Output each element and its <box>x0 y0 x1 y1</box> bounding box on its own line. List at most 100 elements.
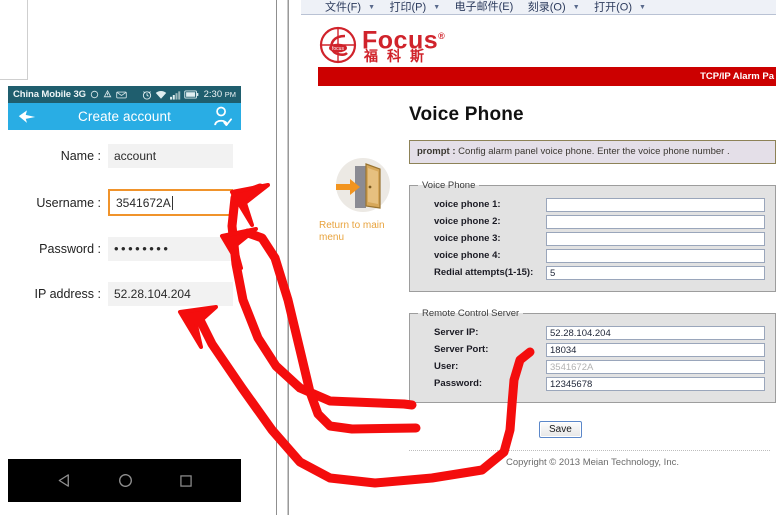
registered-mark-icon: ® <box>438 31 446 41</box>
focus-target-logo-icon: focus <box>319 26 357 64</box>
page-banner: TCP/IP Alarm Pa <box>318 67 776 86</box>
phone-status-bar: China Mobile 3G 2:30 PM <box>8 86 241 103</box>
back-arrow-icon[interactable] <box>17 108 37 125</box>
save-row: Save <box>409 419 776 438</box>
voice-phone-4-input[interactable] <box>546 249 765 263</box>
mail-icon <box>116 91 127 98</box>
server-port-input[interactable] <box>546 343 765 357</box>
browser-content-area: 文件(F) ▼ 打印(P) ▼ 电子邮件(E) 刻录(O) ▼ 打开(O) ▼ <box>288 0 776 515</box>
password-mask: •••••••• <box>114 241 171 256</box>
page-banner-text: TCP/IP Alarm Pa <box>700 71 774 82</box>
page-title: Voice Phone <box>409 104 524 125</box>
app-bar-title: Create account <box>78 109 171 124</box>
redial-attempts-input[interactable] <box>546 266 765 280</box>
menu-item-open[interactable]: 打开(O) ▼ <box>594 0 646 14</box>
server-ip-input[interactable] <box>546 326 765 340</box>
menu-item-print-label: 打印(P) <box>389 1 427 13</box>
chevron-down-icon: ▼ <box>368 3 376 11</box>
browser-left-gutter <box>277 0 288 515</box>
voice-phone-legend: Voice Phone <box>422 180 476 191</box>
menu-item-print[interactable]: 打印(P) ▼ <box>389 0 441 14</box>
form-row-username: Username : 3541672A <box>16 189 233 216</box>
name-input[interactable]: account <box>108 144 233 168</box>
menu-item-file-label: 文件(F) <box>325 1 362 13</box>
menu-item-open-label: 打开(O) <box>594 1 632 13</box>
page-content: Voice Phone prompt : Config alarm panel … <box>409 104 776 515</box>
android-nav-bar <box>8 459 241 502</box>
clock-label: 2:30 PM <box>204 86 236 103</box>
phone-password-label: Password : <box>39 242 101 256</box>
svg-text:focus: focus <box>332 46 344 52</box>
username-input[interactable]: 3541672A <box>108 189 233 216</box>
text-cursor-icon <box>171 195 173 210</box>
password-input[interactable] <box>546 377 765 391</box>
open-door-exit-icon <box>328 156 390 218</box>
voice-phone-group: Voice Phone voice phone 1: voice phone 2… <box>409 180 776 292</box>
status-bar-left: China Mobile 3G <box>13 86 127 103</box>
screenshot-root: 文件(F) ▼ 打印(P) ▼ 电子邮件(E) 刻录(O) ▼ 打开(O) ▼ <box>0 0 776 515</box>
web-page: focus Focus® 福科斯 TCP/IP Alarm Pa Return … <box>301 16 776 515</box>
prompt-text: Config alarm panel voice phone. Enter th… <box>458 146 730 157</box>
chevron-down-icon: ▼ <box>433 3 441 11</box>
person-check-icon[interactable] <box>212 106 232 127</box>
menu-item-file[interactable]: 文件(F) ▼ <box>325 0 376 14</box>
user-input[interactable] <box>546 360 765 374</box>
site-logo: focus Focus® 福科斯 <box>318 22 508 68</box>
battery-icon <box>183 90 198 99</box>
browser-menu-bar: 文件(F) ▼ 打印(P) ▼ 电子邮件(E) 刻录(O) ▼ 打开(O) ▼ <box>301 0 776 15</box>
wifi-icon <box>155 90 166 99</box>
field-row-voice-phone-1: voice phone 1: <box>418 198 767 212</box>
signal-bars-icon <box>169 90 180 100</box>
logo-chinese-name: 福科斯 <box>364 48 433 64</box>
user-label: User: <box>434 361 459 372</box>
nav-back-triangle-icon[interactable] <box>57 473 72 488</box>
menu-item-burn-label: 刻录(O) <box>527 1 566 13</box>
redial-attempts-label: Redial attempts(1-15): <box>434 267 534 278</box>
window-frame-edge-vertical <box>27 0 28 80</box>
window-frame-edge-horizontal <box>0 79 28 80</box>
alarm-clock-icon <box>142 90 151 100</box>
save-button[interactable]: Save <box>539 421 582 438</box>
clock-time: 2:30 <box>203 89 223 100</box>
status-bar-right: 2:30 PM <box>142 86 236 103</box>
prompt-message: prompt : Config alarm panel voice phone.… <box>409 140 776 164</box>
remote-control-server-legend: Remote Control Server <box>422 308 520 319</box>
nav-home-circle-icon[interactable] <box>118 473 133 488</box>
return-to-main-menu-link[interactable]: Return to main menu <box>315 156 403 244</box>
remote-control-server-group: Remote Control Server Server IP: Server … <box>409 308 776 403</box>
username-label: Username : <box>36 195 101 210</box>
circle-icon <box>90 90 99 99</box>
chevron-down-icon: ▼ <box>639 3 646 11</box>
field-row-voice-phone-4: voice phone 4: <box>418 249 767 263</box>
menu-item-email[interactable]: 电子邮件(E) <box>454 0 514 14</box>
ip-address-label: IP address : <box>34 287 101 301</box>
menu-item-burn[interactable]: 刻录(O) ▼ <box>527 0 580 14</box>
carrier-label: China Mobile 3G <box>13 89 86 100</box>
sync-icon <box>103 90 112 98</box>
form-row-ip-address: IP address : 52.28.104.204 <box>16 282 233 306</box>
ip-address-input[interactable]: 52.28.104.204 <box>108 282 233 306</box>
form-row-password: Password : •••••••• <box>16 237 233 261</box>
voice-phone-2-input[interactable] <box>546 215 765 229</box>
field-row-redial-attempts: Redial attempts(1-15): <box>418 266 767 280</box>
username-input-value: 3541672A <box>116 195 171 210</box>
voice-phone-3-label: voice phone 3: <box>434 233 501 244</box>
field-row-user: User: <box>418 360 767 374</box>
prompt-prefix: prompt : <box>417 146 459 157</box>
server-ip-label: Server IP: <box>434 327 479 338</box>
voice-phone-1-input[interactable] <box>546 198 765 212</box>
form-row-name: Name : account <box>16 144 233 168</box>
phone-screenshot: China Mobile 3G 2:30 PM Create account N… <box>8 86 241 502</box>
chevron-down-icon: ▼ <box>572 3 580 11</box>
voice-phone-1-label: voice phone 1: <box>434 199 501 210</box>
return-to-main-menu-label: Return to main menu <box>319 220 385 243</box>
clock-ampm: PM <box>224 90 236 99</box>
server-port-label: Server Port: <box>434 344 489 355</box>
phone-password-input[interactable]: •••••••• <box>108 237 233 261</box>
field-row-server-ip: Server IP: <box>418 326 767 340</box>
menu-item-email-label: 电子邮件(E) <box>454 1 514 13</box>
create-account-form: Name : account Username : 3541672A Passw… <box>8 130 241 306</box>
nav-recents-square-icon[interactable] <box>179 474 193 488</box>
field-row-voice-phone-2: voice phone 2: <box>418 215 767 229</box>
voice-phone-3-input[interactable] <box>546 232 765 246</box>
